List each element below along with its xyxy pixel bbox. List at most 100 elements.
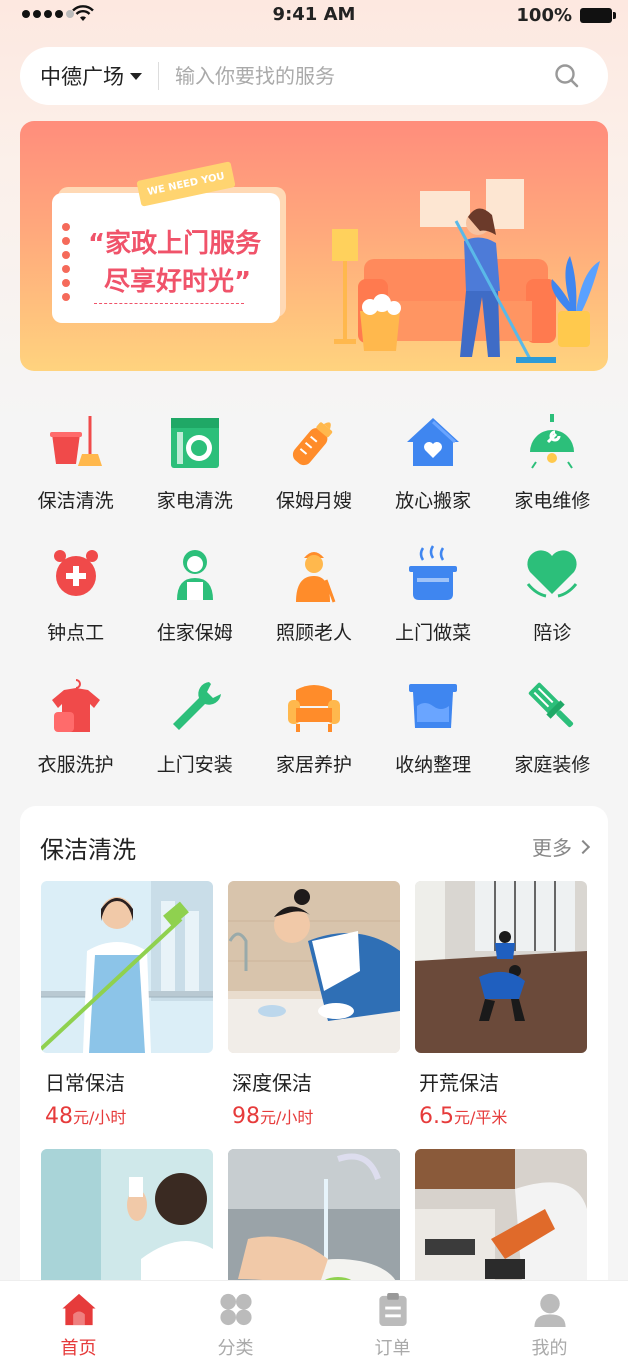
tab-orders[interactable]: 订单	[314, 1281, 471, 1360]
post-renovation-cleaning-photo	[415, 881, 587, 1053]
price-unit: 元/小时	[260, 1108, 314, 1127]
card-price: 48元/小时	[41, 1104, 213, 1129]
card-price: 6.5元/平米	[415, 1104, 587, 1129]
service-item-installation[interactable]: 上门安装	[135, 664, 254, 796]
service-item-appliance-repair[interactable]: 家电维修	[493, 400, 612, 532]
card-image	[228, 881, 400, 1053]
price-value: 6.5	[419, 1104, 454, 1129]
tab-profile[interactable]: 我的	[471, 1281, 628, 1360]
service-label: 住家保姆	[156, 622, 233, 644]
service-label: 上门做菜	[395, 622, 472, 644]
banner-divider	[94, 303, 244, 304]
card-image	[415, 881, 587, 1053]
search-icon[interactable]	[552, 61, 582, 91]
tab-category[interactable]: 分类	[157, 1281, 314, 1360]
service-item-home-cooking[interactable]: 上门做菜	[374, 532, 493, 664]
tab-label: 首页	[60, 1338, 97, 1359]
service-label: 上门安装	[156, 754, 233, 776]
location-selector[interactable]: 中德广场	[20, 61, 142, 91]
service-item-home-care[interactable]: 家居养护	[254, 664, 373, 796]
wrench-icon	[172, 682, 221, 730]
service-label: 放心搬家	[395, 490, 472, 512]
service-item-renovation[interactable]: 家庭装修	[493, 664, 612, 796]
service-card[interactable]: 日常保洁 48元/小时	[41, 881, 213, 1129]
service-item-organizing[interactable]: 收纳整理	[374, 664, 493, 796]
service-label: 钟点工	[47, 622, 105, 644]
cleaning-section: 保洁清洗 更多 日常保洁 48元/小时 深度保洁 98元/小时 开荒保洁 6.5…	[20, 806, 608, 1326]
price-unit: 元/小时	[73, 1108, 127, 1127]
tab-home[interactable]: 首页	[0, 1281, 157, 1360]
service-item-cleaning[interactable]: 保洁清洗	[16, 400, 135, 532]
heart-hands-icon	[527, 550, 578, 598]
home-icon	[61, 1293, 96, 1326]
search-divider	[158, 62, 159, 90]
service-label: 收纳整理	[395, 754, 472, 776]
service-row: 钟点工 住家保姆 照顾老人 上门做菜 陪诊	[16, 532, 612, 664]
cooking-pot-icon	[409, 545, 458, 600]
storage-box-icon	[409, 684, 458, 728]
baby-bottle-icon	[292, 422, 333, 466]
service-grid: 保洁清洗 家电清洗 保姆月嫂 放心搬家 家电维修 钟点工 住家保姆 照顾老人 上…	[16, 400, 612, 796]
banner-dots	[62, 223, 70, 307]
section-title: 保洁清洗	[40, 836, 136, 864]
more-label: 更多	[532, 836, 572, 860]
deep-cleaning-photo	[228, 881, 400, 1053]
banner-subheadline: 尽享好时光”	[104, 267, 252, 297]
caret-down-icon	[130, 72, 142, 80]
bucket-mop-icon	[49, 416, 102, 466]
cleaning-illustration	[332, 179, 600, 363]
chevron-right-icon	[575, 839, 591, 854]
more-link[interactable]: 更多	[532, 832, 591, 861]
service-item-escort[interactable]: 陪诊	[493, 532, 612, 664]
service-row: 保洁清洗 家电清洗 保姆月嫂 放心搬家 家电维修	[16, 400, 612, 532]
service-item-elderly-care[interactable]: 照顾老人	[254, 532, 373, 664]
banner-card: “家政上门服务 尽享好时光”	[52, 193, 280, 323]
category-icon	[219, 1293, 252, 1326]
service-item-appliance-cleaning[interactable]: 家电清洗	[135, 400, 254, 532]
service-label: 衣服洗护	[37, 754, 114, 776]
tab-label: 订单	[374, 1338, 411, 1359]
service-item-live-in-nanny[interactable]: 住家保姆	[135, 532, 254, 664]
price-value: 98	[232, 1104, 260, 1129]
sofa-icon	[287, 685, 340, 732]
price-unit: 元/平米	[454, 1108, 508, 1127]
location-label: 中德广场	[40, 65, 124, 89]
order-clipboard-icon	[378, 1292, 407, 1327]
service-label: 家庭装修	[514, 754, 591, 776]
card-name: 日常保洁	[45, 1071, 125, 1095]
battery-icon	[580, 8, 616, 23]
battery-percent: 100%	[516, 5, 572, 26]
card-image	[41, 881, 213, 1053]
price-value: 48	[45, 1104, 73, 1129]
promo-banner[interactable]: “家政上门服务 尽享好时光” WE NEED YOU	[20, 121, 608, 371]
service-card[interactable]: 开荒保洁 6.5元/平米	[415, 881, 587, 1129]
house-heart-icon	[407, 418, 460, 466]
service-label: 保洁清洗	[37, 490, 114, 512]
washing-machine-icon	[170, 418, 219, 468]
status-bar: 9:41 AM 100%	[0, 0, 628, 34]
card-price: 98元/小时	[228, 1104, 400, 1129]
paint-brush-icon	[529, 682, 574, 728]
service-card[interactable]: 深度保洁 98元/小时	[228, 881, 400, 1129]
service-label: 陪诊	[533, 622, 572, 644]
service-label: 照顾老人	[275, 622, 352, 644]
service-item-laundry[interactable]: 衣服洗护	[16, 664, 135, 796]
card-name: 深度保洁	[232, 1071, 312, 1095]
service-label: 家电清洗	[156, 490, 233, 512]
service-row: 衣服洗护 上门安装 家居养护 收纳整理 家庭装修	[16, 664, 612, 796]
service-label: 家居养护	[275, 754, 352, 776]
service-item-moving[interactable]: 放心搬家	[374, 400, 493, 532]
tab-label: 分类	[217, 1338, 254, 1359]
search-bar: 中德广场	[20, 47, 608, 105]
elderly-icon	[295, 552, 336, 603]
search-input[interactable]	[175, 64, 552, 88]
tab-label: 我的	[531, 1338, 568, 1359]
service-label: 家电维修	[514, 490, 591, 512]
card-name: 开荒保洁	[419, 1071, 499, 1095]
alarm-clock-icon	[53, 550, 98, 596]
service-item-hourly[interactable]: 钟点工	[16, 532, 135, 664]
shirt-hanger-icon	[51, 679, 100, 732]
service-item-nanny[interactable]: 保姆月嫂	[254, 400, 373, 532]
service-label: 保姆月嫂	[275, 490, 352, 512]
banner-headline: “家政上门服务	[88, 229, 262, 259]
